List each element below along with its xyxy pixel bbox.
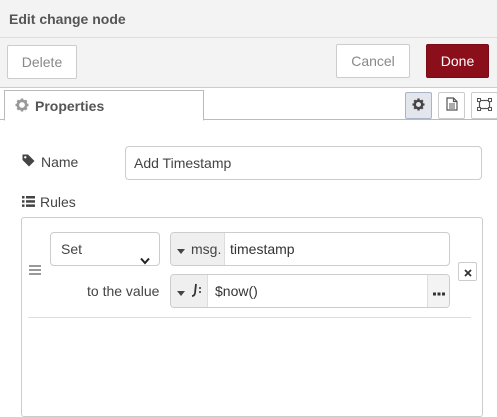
tab-bar: Properties	[0, 88, 497, 121]
name-label: Name	[41, 154, 79, 170]
tab-properties-label: Properties	[35, 98, 105, 114]
drag-handle-icon[interactable]	[29, 265, 41, 277]
settings-tab-button[interactable]	[405, 92, 432, 119]
target-type-label: msg.	[191, 241, 222, 257]
gear-icon	[412, 97, 425, 114]
to-value-label: to the value	[87, 283, 160, 299]
done-button[interactable]: Done	[426, 44, 489, 78]
appearance-icon	[477, 97, 492, 114]
value-type-select[interactable]	[171, 275, 208, 307]
list-icon	[22, 194, 35, 210]
rules-list: Set msg. timestamp to the value $now()	[21, 217, 483, 417]
rule-value-input[interactable]: $now()	[170, 274, 450, 308]
chevron-down-icon	[140, 244, 150, 276]
rule-row: Set msg. timestamp to the value $now()	[22, 218, 482, 318]
rule-action-value: Set	[61, 241, 83, 257]
description-tab-button[interactable]	[438, 92, 465, 119]
expand-editor-button[interactable]	[427, 275, 449, 307]
remove-rule-button[interactable]	[458, 262, 477, 281]
target-property-value: timestamp	[230, 241, 295, 257]
name-label-group: Name	[22, 154, 78, 170]
tag-icon	[22, 154, 35, 170]
expression-value: $now()	[215, 283, 258, 299]
rules-label-group: Rules	[22, 194, 76, 210]
caret-down-icon	[177, 241, 185, 257]
description-icon	[445, 97, 458, 114]
expression-icon	[191, 283, 202, 300]
appearance-tab-button[interactable]	[471, 92, 497, 119]
ellipsis-icon	[432, 283, 445, 299]
target-type-select[interactable]: msg.	[171, 233, 225, 265]
rules-label: Rules	[40, 194, 76, 210]
gear-icon	[15, 98, 29, 115]
cancel-button[interactable]: Cancel	[336, 44, 410, 78]
name-input[interactable]: Add Timestamp	[125, 146, 482, 180]
delete-button[interactable]: Delete	[7, 45, 77, 79]
rule-target-input[interactable]: msg. timestamp	[170, 232, 450, 266]
rule-divider	[28, 317, 471, 318]
rule-action-select[interactable]: Set	[50, 232, 160, 266]
dialog-titlebar: Edit change node	[0, 0, 497, 38]
dialog-actionbar: Delete Cancel Done	[0, 38, 497, 88]
caret-down-icon	[177, 283, 185, 299]
dialog-title: Edit change node	[9, 11, 126, 27]
close-icon	[463, 264, 472, 280]
tab-properties[interactable]: Properties	[4, 90, 204, 121]
